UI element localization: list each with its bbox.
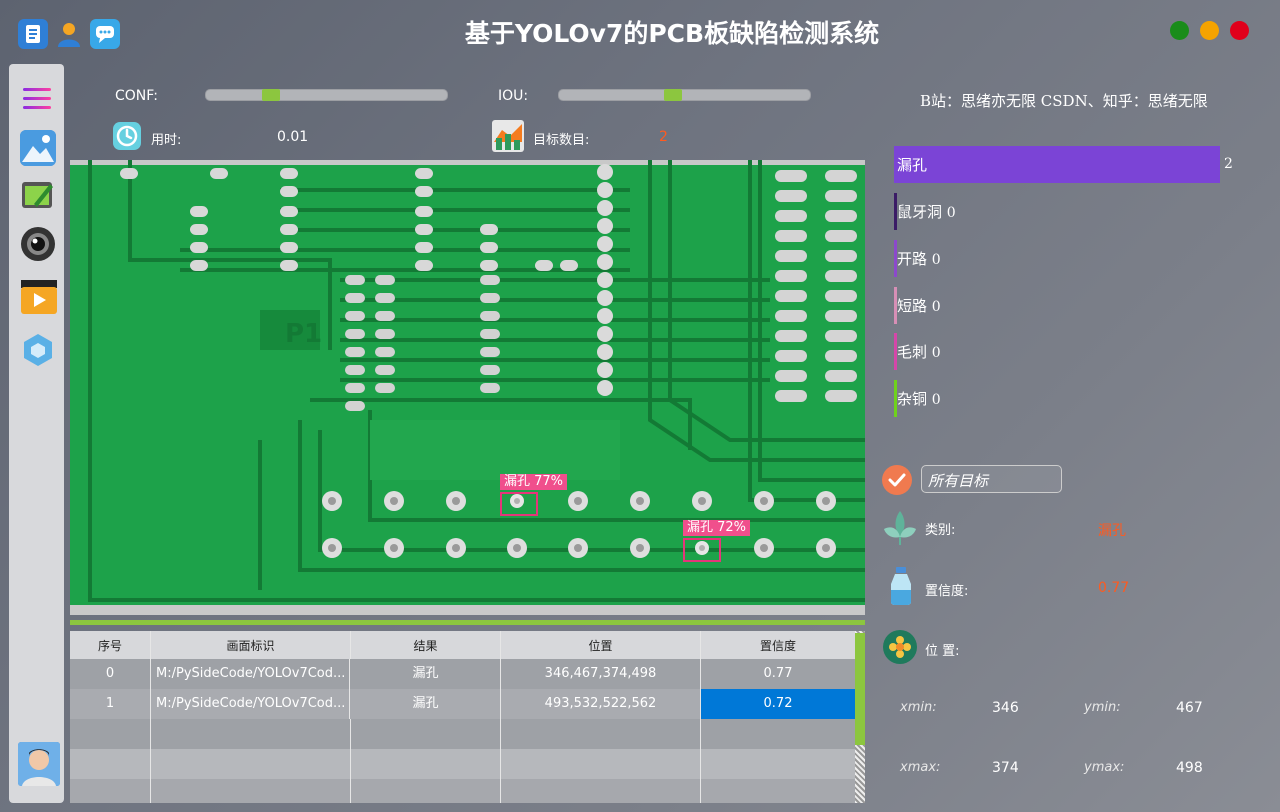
- class-bar-fill: [894, 146, 1220, 183]
- table-scrollbar-handle[interactable]: [855, 633, 865, 745]
- check-icon[interactable]: [882, 465, 912, 495]
- cell-result[interactable]: 漏孔: [351, 659, 501, 689]
- flower-icon: [883, 630, 917, 664]
- table-row[interactable]: 0 M:/PySideCode/YOLOv7Cod... 漏孔 346,467,…: [70, 659, 855, 690]
- camera-icon[interactable]: [20, 226, 56, 262]
- cell-source[interactable]: M:/PySideCode/YOLOv7Cod...: [151, 689, 350, 719]
- detection-box-0: [500, 492, 538, 516]
- time-label: 用时:: [151, 133, 182, 148]
- ymin-label: ymin:: [1084, 700, 1121, 715]
- conf-detail-label: 置信度:: [925, 584, 969, 599]
- cell-confidence-selected[interactable]: 0.72: [701, 689, 855, 719]
- conf-detail-value: 0.77: [1098, 580, 1130, 596]
- header-position[interactable]: 位置: [501, 631, 701, 661]
- class-name: 漏孔: [897, 156, 928, 174]
- cell-confidence[interactable]: 0.77: [701, 659, 855, 689]
- folder-icon[interactable]: [20, 176, 56, 212]
- cell-index[interactable]: 1: [70, 689, 151, 719]
- conf-label: CONF:: [115, 88, 158, 104]
- credit-text: B站：思绪亦无限 CSDN、知乎：思绪无限: [920, 92, 1208, 110]
- header-result[interactable]: 结果: [351, 631, 501, 661]
- cell-position[interactable]: 346,467,374,498: [501, 659, 701, 689]
- close-button[interactable]: [1230, 21, 1249, 40]
- detection-label-0: 漏孔 77%: [500, 474, 568, 490]
- table-row-empty[interactable]: [70, 719, 855, 750]
- bottle-icon: [887, 566, 915, 606]
- table-scrollbar[interactable]: [855, 631, 865, 803]
- target-select-value: 所有目标: [928, 472, 989, 490]
- header-source[interactable]: 画面标识: [151, 631, 351, 661]
- window-title: 基于YOLOv7的PCB板缺陷检测系统: [464, 19, 880, 48]
- image-icon[interactable]: [20, 130, 56, 166]
- class-name: 短路 0: [897, 297, 941, 315]
- cell-result[interactable]: 漏孔: [351, 689, 501, 719]
- conf-slider-handle[interactable]: [262, 89, 280, 101]
- ymax-value: 498: [1176, 760, 1203, 776]
- results-table: 序号 画面标识 结果 位置 置信度 0 M:/PySideCode/YOLOv7…: [70, 631, 855, 803]
- target-select[interactable]: 所有目标: [921, 465, 1062, 493]
- detection-box-1: [683, 538, 721, 562]
- detection-label-1: 漏孔 72%: [683, 520, 751, 536]
- cell-source[interactable]: M:/PySideCode/YOLOv7Cod...: [151, 659, 350, 689]
- minimize-button[interactable]: [1200, 21, 1219, 40]
- time-value: 0.01: [277, 129, 309, 145]
- class-name: 开路 0: [897, 250, 941, 268]
- xmin-value: 346: [992, 700, 1019, 716]
- sidebar: [9, 64, 64, 803]
- cube-icon[interactable]: [20, 332, 56, 368]
- header-index[interactable]: 序号: [70, 631, 151, 661]
- detection-image: P1 漏孔 77% 漏孔 72%: [70, 160, 865, 615]
- count-value: 2: [659, 129, 668, 145]
- position-label: 位 置:: [925, 644, 960, 659]
- class-name: 杂铜 0: [897, 390, 941, 408]
- cell-position[interactable]: 493,532,522,562: [501, 689, 701, 719]
- cell-index[interactable]: 0: [70, 659, 151, 689]
- ymin-value: 467: [1176, 700, 1203, 716]
- chart-icon: [492, 120, 524, 152]
- class-label: 类别:: [925, 523, 956, 538]
- class-name: 毛刺 0: [897, 343, 941, 361]
- avatar[interactable]: [18, 742, 60, 786]
- menu-icon[interactable]: [21, 84, 53, 114]
- table-row-empty[interactable]: [70, 779, 855, 803]
- class-name: 鼠牙洞 0: [897, 203, 956, 221]
- iou-label: IOU:: [498, 88, 529, 104]
- count-label: 目标数目:: [533, 133, 590, 148]
- class-count: 2: [1224, 156, 1233, 172]
- iou-slider-handle[interactable]: [664, 89, 682, 101]
- maximize-button[interactable]: [1170, 21, 1189, 40]
- table-header: 序号 画面标识 结果 位置 置信度: [70, 631, 855, 662]
- leaf-icon: [880, 507, 920, 547]
- progress-bar: [70, 620, 865, 625]
- conf-slider[interactable]: [205, 89, 448, 101]
- class-value: 漏孔: [1098, 523, 1126, 539]
- xmax-label: xmax:: [900, 760, 941, 775]
- header-confidence[interactable]: 置信度: [701, 631, 855, 661]
- table-row[interactable]: 1 M:/PySideCode/YOLOv7Cod... 漏孔 493,532,…: [70, 689, 855, 720]
- xmin-label: xmin:: [900, 700, 937, 715]
- pcb-marking: P1: [285, 319, 322, 349]
- ymax-label: ymax:: [1084, 760, 1125, 775]
- clock-icon: [113, 122, 141, 150]
- iou-slider[interactable]: [558, 89, 811, 101]
- video-icon[interactable]: [20, 278, 57, 314]
- table-row-empty[interactable]: [70, 749, 855, 780]
- xmax-value: 374: [992, 760, 1019, 776]
